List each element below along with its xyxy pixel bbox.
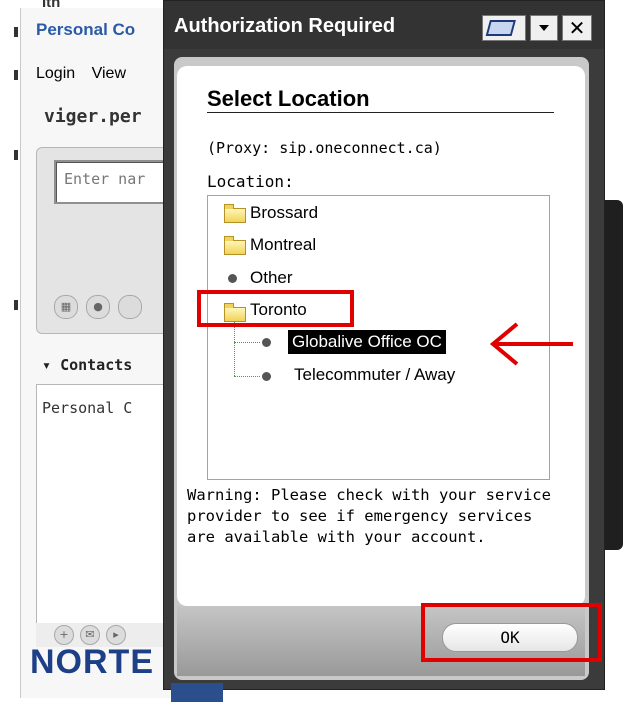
chat-icon[interactable]: ● <box>86 295 110 319</box>
window-edge-dark <box>603 200 623 550</box>
add-contact-icon[interactable]: + <box>54 625 74 645</box>
tree-item-telecommuter-away[interactable]: Telecommuter / Away <box>294 364 455 386</box>
contacts-header[interactable]: ▾ Contacts <box>42 356 132 374</box>
menu-bar: Login View <box>36 65 138 83</box>
dialog-title: Authorization Required <box>174 15 396 37</box>
taskbar-icon <box>171 683 223 702</box>
arrow-pointer <box>489 322 573 366</box>
tree-connector <box>234 376 260 377</box>
search-input[interactable]: Enter nar <box>54 160 179 204</box>
menu-button[interactable] <box>530 15 558 41</box>
title-bar[interactable]: Authorization Required ✕ <box>164 1 604 49</box>
bullet-icon <box>262 338 271 347</box>
proxy-text: (Proxy: sip.oneconnect.ca) <box>207 139 442 157</box>
dialpad-icon[interactable]: ▦ <box>54 295 78 319</box>
edge-mark <box>14 27 18 37</box>
edge-mark <box>14 150 18 160</box>
chevron-down-icon: ▾ <box>42 356 61 374</box>
highlight-ok-button <box>421 603 602 662</box>
tree-connector <box>234 322 235 376</box>
contacts-list <box>36 384 178 626</box>
tree-item-brossard[interactable]: Brossard <box>250 202 318 224</box>
tool-icon[interactable] <box>118 295 142 319</box>
warning-text: Warning: Please check with your service … <box>187 486 551 546</box>
bullet-icon <box>262 372 271 381</box>
edge-mark <box>14 70 18 80</box>
app-title: Personal Co <box>36 20 136 39</box>
highlight-toronto <box>197 290 354 327</box>
restore-button[interactable] <box>482 15 526 41</box>
location-label: Location: <box>207 172 294 191</box>
tree-item-other[interactable]: Other <box>250 267 293 289</box>
close-button[interactable]: ✕ <box>562 15 592 41</box>
tree-connector <box>234 342 260 343</box>
user-name: viger.per <box>44 106 142 127</box>
tree-item-montreal[interactable]: Montreal <box>250 234 316 256</box>
tree-item-globalive-office-oc[interactable]: Globalive Office OC <box>288 330 446 354</box>
play-icon[interactable]: ▸ <box>106 625 126 645</box>
heading-divider <box>207 112 554 113</box>
bullet-icon <box>228 274 237 283</box>
nortel-logo: NORTE <box>30 643 154 681</box>
edge-mark <box>14 300 18 310</box>
folder-icon <box>224 204 246 223</box>
folder-icon <box>224 236 246 255</box>
page-title: Select Location <box>207 86 370 111</box>
chevron-down-icon <box>539 25 549 31</box>
menu-login[interactable]: Login <box>36 65 75 82</box>
contacts-list-item[interactable]: Personal C <box>42 399 132 417</box>
mail-icon[interactable]: ✉ <box>80 625 100 645</box>
menu-view[interactable]: View <box>92 65 126 82</box>
restore-icon <box>485 20 516 36</box>
close-icon: ✕ <box>568 16 586 40</box>
